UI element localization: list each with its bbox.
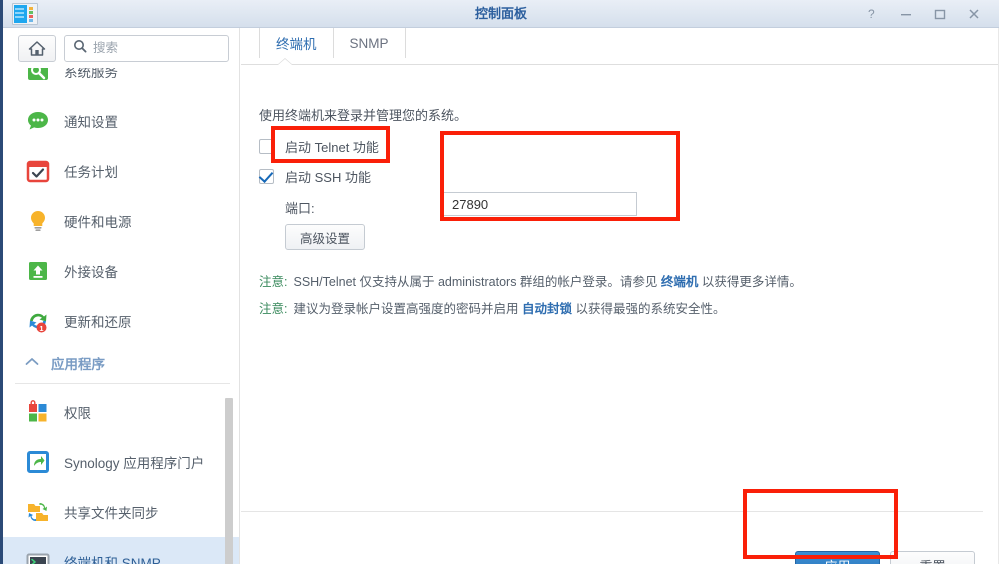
sidebar-toolbar <box>3 28 239 68</box>
note-text-after: 以获得最强的系统安全性。 <box>571 302 726 316</box>
shared-folder-sync-icon <box>25 499 51 525</box>
update-restore-icon: 1 <box>25 308 51 334</box>
note-text-before: 建议为登录帐户设置高强度的密码并启用 <box>293 302 522 316</box>
sidebar-divider <box>15 383 230 384</box>
search-input[interactable] <box>93 41 213 55</box>
ssh-checkbox-label: 启动 SSH 功能 <box>285 170 371 185</box>
sidebar-item-terminal-snmp[interactable]: 终端机和 SNMP <box>3 537 239 564</box>
tab-snmp[interactable]: SNMP <box>332 28 406 58</box>
note-tag: 注意: <box>259 302 288 316</box>
sidebar-nav-scroll: 系统服务 通知设置 任务计划 硬件和电源 外接设备 1 更新和还原 应用程序 权… <box>3 68 239 564</box>
sidebar-section-label: 应用程序 <box>51 357 105 372</box>
minimize-button[interactable] <box>889 0 923 28</box>
port-label: 端口: <box>285 201 315 216</box>
update-badge-count: 1 <box>39 324 43 333</box>
sidebar-item-label: 共享文件夹同步 <box>64 506 159 521</box>
sidebar-item-shared-folder-sync[interactable]: 共享文件夹同步 <box>3 487 239 537</box>
tab-bar: 终端机 SNMP <box>241 28 999 64</box>
tab-terminal[interactable]: 终端机 <box>259 28 333 58</box>
window-controls: ? <box>855 0 991 28</box>
sidebar-section-applications[interactable]: 应用程序 <box>3 346 239 380</box>
window-titlebar: 控制面板 ? <box>3 0 999 28</box>
privileges-icon <box>25 399 51 425</box>
telnet-checkbox-row[interactable]: 启动 Telnet 功能 <box>259 137 379 156</box>
sidebar-item-label: 外接设备 <box>64 265 118 280</box>
notification-icon <box>25 108 51 134</box>
tab-label: 终端机 <box>276 37 317 52</box>
system-service-icon <box>25 68 51 84</box>
sidebar-item-label: 通知设置 <box>64 115 118 130</box>
control-panel-window: 控制面板 ? 搜索 系统服务 通知设置 任务计划 硬件和电源 外接设备 1 更新… <box>0 0 999 564</box>
sidebar: 系统服务 通知设置 <box>3 28 240 564</box>
search-box[interactable] <box>64 34 229 62</box>
application-portal-icon <box>25 449 51 475</box>
note-link-auto-block[interactable]: 自动封锁 <box>522 302 572 316</box>
reset-button[interactable]: 重置 <box>890 551 975 564</box>
chevron-up-icon <box>25 357 39 369</box>
sidebar-item-label: 终端机和 SNMP <box>64 556 161 564</box>
sidebar-item-label: Synology 应用程序门户 <box>64 456 205 471</box>
sidebar-item-notification[interactable]: 通知设置 <box>3 96 239 146</box>
window-title: 控制面板 <box>474 6 527 21</box>
close-button[interactable] <box>957 0 991 28</box>
telnet-checkbox-label: 启动 Telnet 功能 <box>285 140 379 155</box>
advanced-settings-button[interactable]: 高级设置 <box>285 224 366 250</box>
apply-button[interactable]: 应用 <box>795 551 880 564</box>
sidebar-item-task-scheduler[interactable]: 任务计划 <box>3 146 239 196</box>
note-tag: 注意: <box>259 275 288 289</box>
terminal-snmp-icon <box>25 549 51 564</box>
external-devices-icon <box>25 258 51 284</box>
tab-label: SNMP <box>349 35 389 51</box>
footer-bar: 应用 重置 <box>241 512 999 564</box>
intro-text: 使用终端机来登录并管理您的系统。 <box>259 108 468 123</box>
sidebar-scrollbar-thumb[interactable] <box>225 398 233 564</box>
sidebar-nav-list: 系统服务 通知设置 任务计划 硬件和电源 外接设备 1 更新和还原 应用程序 权… <box>3 68 239 564</box>
sidebar-item-label: 硬件和电源 <box>64 215 132 230</box>
svg-text:?: ? <box>868 7 875 21</box>
note-ssh-admin: 注意: SSH/Telnet 仅支持从属于 administrators 群组的帐… <box>259 271 802 290</box>
note-password-security: 注意: 建议为登录帐户设置高强度的密码并启用 自动封锁 以获得最强的系统安全性。 <box>259 298 725 317</box>
sidebar-item-system-service[interactable]: 系统服务 <box>3 68 239 96</box>
sidebar-item-external-devices[interactable]: 外接设备 <box>3 246 239 296</box>
port-input[interactable] <box>443 192 637 216</box>
sidebar-item-privileges[interactable]: 权限 <box>3 387 239 437</box>
sidebar-item-label: 权限 <box>64 406 91 421</box>
task-scheduler-icon <box>25 158 51 184</box>
sidebar-item-label: 系统服务 <box>64 68 118 80</box>
sidebar-item-application-portal[interactable]: Synology 应用程序门户 <box>3 437 239 487</box>
sidebar-item-update-restore[interactable]: 1 更新和还原 <box>3 296 239 346</box>
ssh-checkbox-row[interactable]: 启动 SSH 功能 <box>259 167 371 186</box>
search-icon <box>73 39 87 58</box>
home-button[interactable] <box>18 34 56 62</box>
main-panel: 终端机 SNMP 使用终端机来登录并管理您的系统。 启动 Telnet 功能 启… <box>241 28 999 564</box>
sidebar-scrollbar-track[interactable] <box>225 68 236 564</box>
help-button[interactable]: ? <box>855 0 889 28</box>
note-text-after: 以获得更多详情。 <box>698 275 802 289</box>
ssh-checkbox[interactable] <box>259 169 274 184</box>
telnet-checkbox[interactable] <box>259 139 274 154</box>
maximize-button[interactable] <box>923 0 957 28</box>
tab-pointer <box>278 59 292 65</box>
terminal-settings-form: 使用终端机来登录并管理您的系统。 启动 Telnet 功能 启动 SSH 功能 … <box>241 65 999 525</box>
note-link-terminal[interactable]: 终端机 <box>661 275 699 289</box>
sidebar-item-label: 任务计划 <box>64 165 118 180</box>
hardware-power-icon <box>25 208 51 234</box>
note-text-before: SSH/Telnet 仅支持从属于 administrators 群组的帐户登录… <box>293 275 661 289</box>
sidebar-item-label: 更新和还原 <box>64 315 132 330</box>
home-icon <box>28 40 46 56</box>
sidebar-item-hardware-power[interactable]: 硬件和电源 <box>3 196 239 246</box>
